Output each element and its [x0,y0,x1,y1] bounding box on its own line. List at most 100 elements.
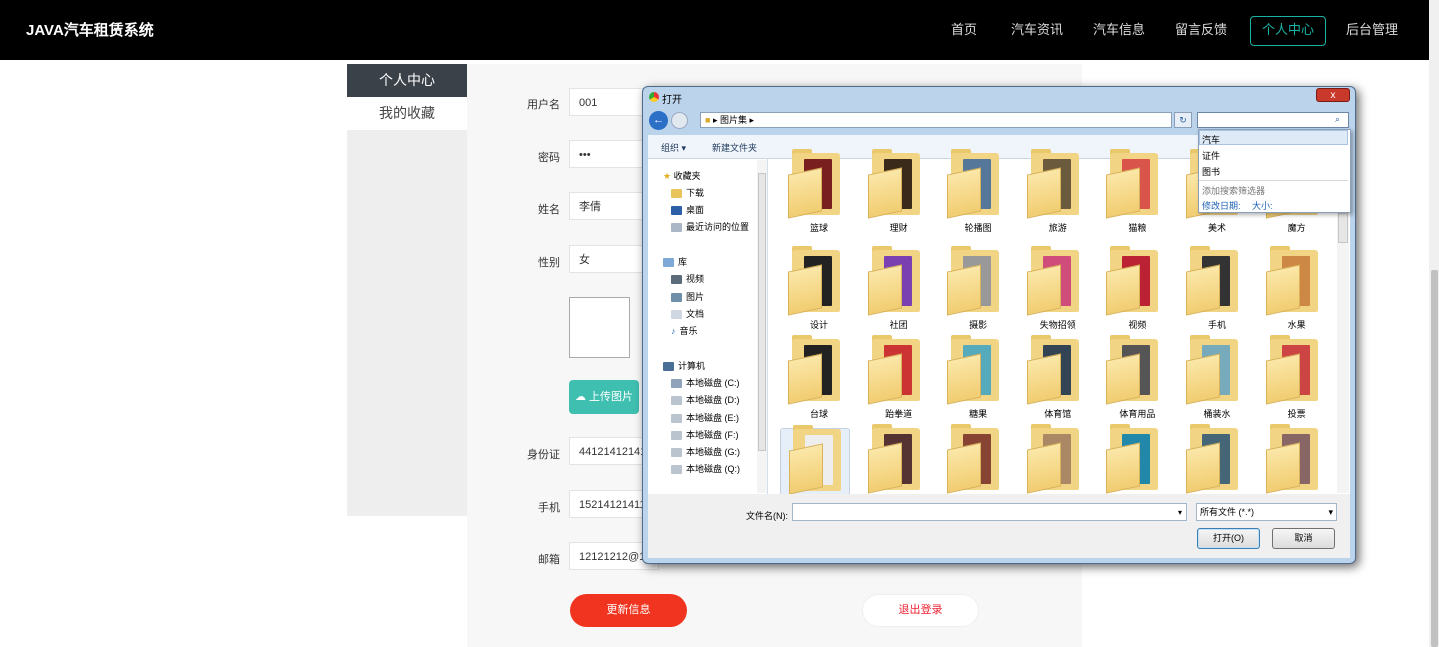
recent-places-icon [671,223,682,233]
dialog-title: 打开 [662,95,682,106]
nav-drive-f[interactable]: 本地磁盘 (F:) [671,428,739,441]
folder-item[interactable]: 轮播图 [939,149,1009,235]
nav-feedback[interactable]: 留言反馈 [1172,16,1230,44]
suggestion-item[interactable]: 证件 [1202,149,1220,162]
nav-drive-d[interactable]: 本地磁盘 (D:) [671,393,740,406]
folder-name: 旅游 [1048,223,1067,233]
sidebar-item-favorites[interactable]: 我的收藏 [347,97,467,130]
nav-car-info[interactable]: 汽车信息 [1090,16,1148,44]
folder-name: 美术 [1207,223,1226,233]
folder-item[interactable]: 糖果 [939,335,1009,421]
folder-item[interactable]: 篮球 [780,149,850,235]
folder-name: 社团 [889,320,908,330]
nav-drive-q[interactable]: 本地磁盘 (Q:) [671,462,740,475]
folder-front [1265,353,1300,405]
suggestion-item[interactable]: 图书 [1202,165,1220,178]
nav-computer-label: 计算机 [678,361,706,371]
folder-item[interactable]: 体育用品 [1098,335,1168,421]
filter-size[interactable]: 大小: [1252,199,1273,212]
nav-music[interactable]: ♪ 音乐 [671,324,698,337]
sidebar-title[interactable]: 个人中心 [347,64,467,97]
back-button[interactable]: ← [649,111,668,130]
upload-image-button[interactable]: ☁ 上传图片 [569,380,639,414]
open-button[interactable]: 打开(O) [1197,528,1260,549]
folder-name: 设计 [809,320,828,330]
folder-front [788,167,822,219]
folder-front [1106,353,1141,405]
folder-front [1026,264,1061,316]
suggestion-item[interactable]: 汽车 [1202,133,1220,146]
nav-pictures[interactable]: 图片 [671,290,704,303]
nav-libraries-label: 库 [678,257,688,267]
nav-drive-c-label: 本地磁盘 (C:) [686,378,740,388]
nav-recent[interactable]: 最近访问的位置 [671,220,749,233]
nav-drive-e[interactable]: 本地磁盘 (E:) [671,411,739,424]
folder-item[interactable]: 投票 [1258,335,1328,421]
forward-button[interactable] [671,112,688,129]
folder-item[interactable]: 体育馆 [1019,335,1089,421]
nav-admin[interactable]: 后台管理 [1342,16,1402,44]
filter-modified-date[interactable]: 修改日期: [1202,199,1241,212]
dialog-close-button[interactable]: x [1316,88,1350,102]
nav-car-news[interactable]: 汽车资讯 [1008,16,1066,44]
folder-item[interactable]: 水果 [1258,246,1328,332]
chrome-icon [649,92,659,102]
folder-item[interactable]: 台球 [780,335,850,421]
organize-button[interactable]: 组织 ▾ [661,141,686,154]
folder-item[interactable]: 失物招领 [1019,246,1089,332]
folder-item[interactable]: 摄影 [939,246,1009,332]
nav-favorites[interactable]: ★ 收藏夹 [663,169,701,182]
refresh-icon: ↻ [1179,115,1187,125]
chevron-down-icon[interactable]: ▾ [1178,508,1182,517]
address-bar[interactable]: ■ ▸ 图片集 ▸ [700,112,1172,128]
logout-button[interactable]: 退出登录 [862,594,979,627]
folder-item[interactable]: 桶装水 [1178,335,1248,421]
search-input[interactable] [1197,112,1349,128]
folder-item[interactable]: 跆拳道 [860,335,930,421]
nav-computer[interactable]: 计算机 [663,359,705,372]
folder-front [1026,167,1061,219]
folder-item[interactable]: 旅游 [1019,149,1089,235]
folder-item[interactable]: 社团 [860,246,930,332]
nav-home[interactable]: 首页 [943,16,985,44]
folder-item[interactable]: 猫粮 [1098,149,1168,235]
app-logo[interactable]: JAVA汽车租赁系统 [26,19,154,40]
nav-videos[interactable]: 视频 [671,272,704,285]
page-scrollbar-thumb[interactable] [1431,270,1438,647]
filetype-select[interactable]: 所有文件 (*.*) ▾ [1196,503,1337,521]
nav-personal-center[interactable]: 个人中心 [1250,16,1326,46]
folder-name: 手机 [1207,320,1226,330]
new-folder-button[interactable]: 新建文件夹 [712,141,757,154]
cancel-button[interactable]: 取消 [1272,528,1335,549]
chevron-down-icon: ▾ [1328,507,1333,517]
nav-pane-scrollbar-thumb[interactable] [758,173,766,451]
nav-downloads[interactable]: 下载 [671,186,704,199]
refresh-button[interactable]: ↻ [1174,112,1192,128]
password-label: 密码 [538,152,560,164]
arrow-left-icon: ← [653,114,664,126]
folder-item[interactable]: 理财 [860,149,930,235]
nav-desktop[interactable]: 桌面 [671,203,704,216]
nav-drive-c[interactable]: 本地磁盘 (C:) [671,376,740,389]
nav-downloads-label: 下载 [686,188,705,198]
drive-icon [671,431,682,441]
folder-name: 理财 [889,223,908,233]
folder-name: 摄影 [969,320,988,330]
update-info-button[interactable]: 更新信息 [570,594,687,627]
address-path: ▸ 图片集 ▸ [712,115,754,125]
folder-item[interactable]: 视频 [1098,246,1168,332]
nav-recent-label: 最近访问的位置 [686,222,750,232]
nav-libraries[interactable]: 库 [663,255,687,268]
folder-item[interactable]: 设计 [780,246,850,332]
folder-item[interactable]: 手机 [1178,246,1248,332]
file-list-scrollbar-thumb[interactable] [1338,213,1348,243]
folder-front [1186,353,1220,405]
folder-icon [671,189,682,199]
nav-documents[interactable]: 文档 [671,307,704,320]
filename-input[interactable] [792,503,1187,521]
folder-name: 体育馆 [1044,409,1072,419]
nav-drive-g[interactable]: 本地磁盘 (G:) [671,445,740,458]
folder-front [1106,167,1141,219]
folder-name: 水果 [1287,320,1306,330]
folder-name: 魔方 [1287,223,1306,233]
